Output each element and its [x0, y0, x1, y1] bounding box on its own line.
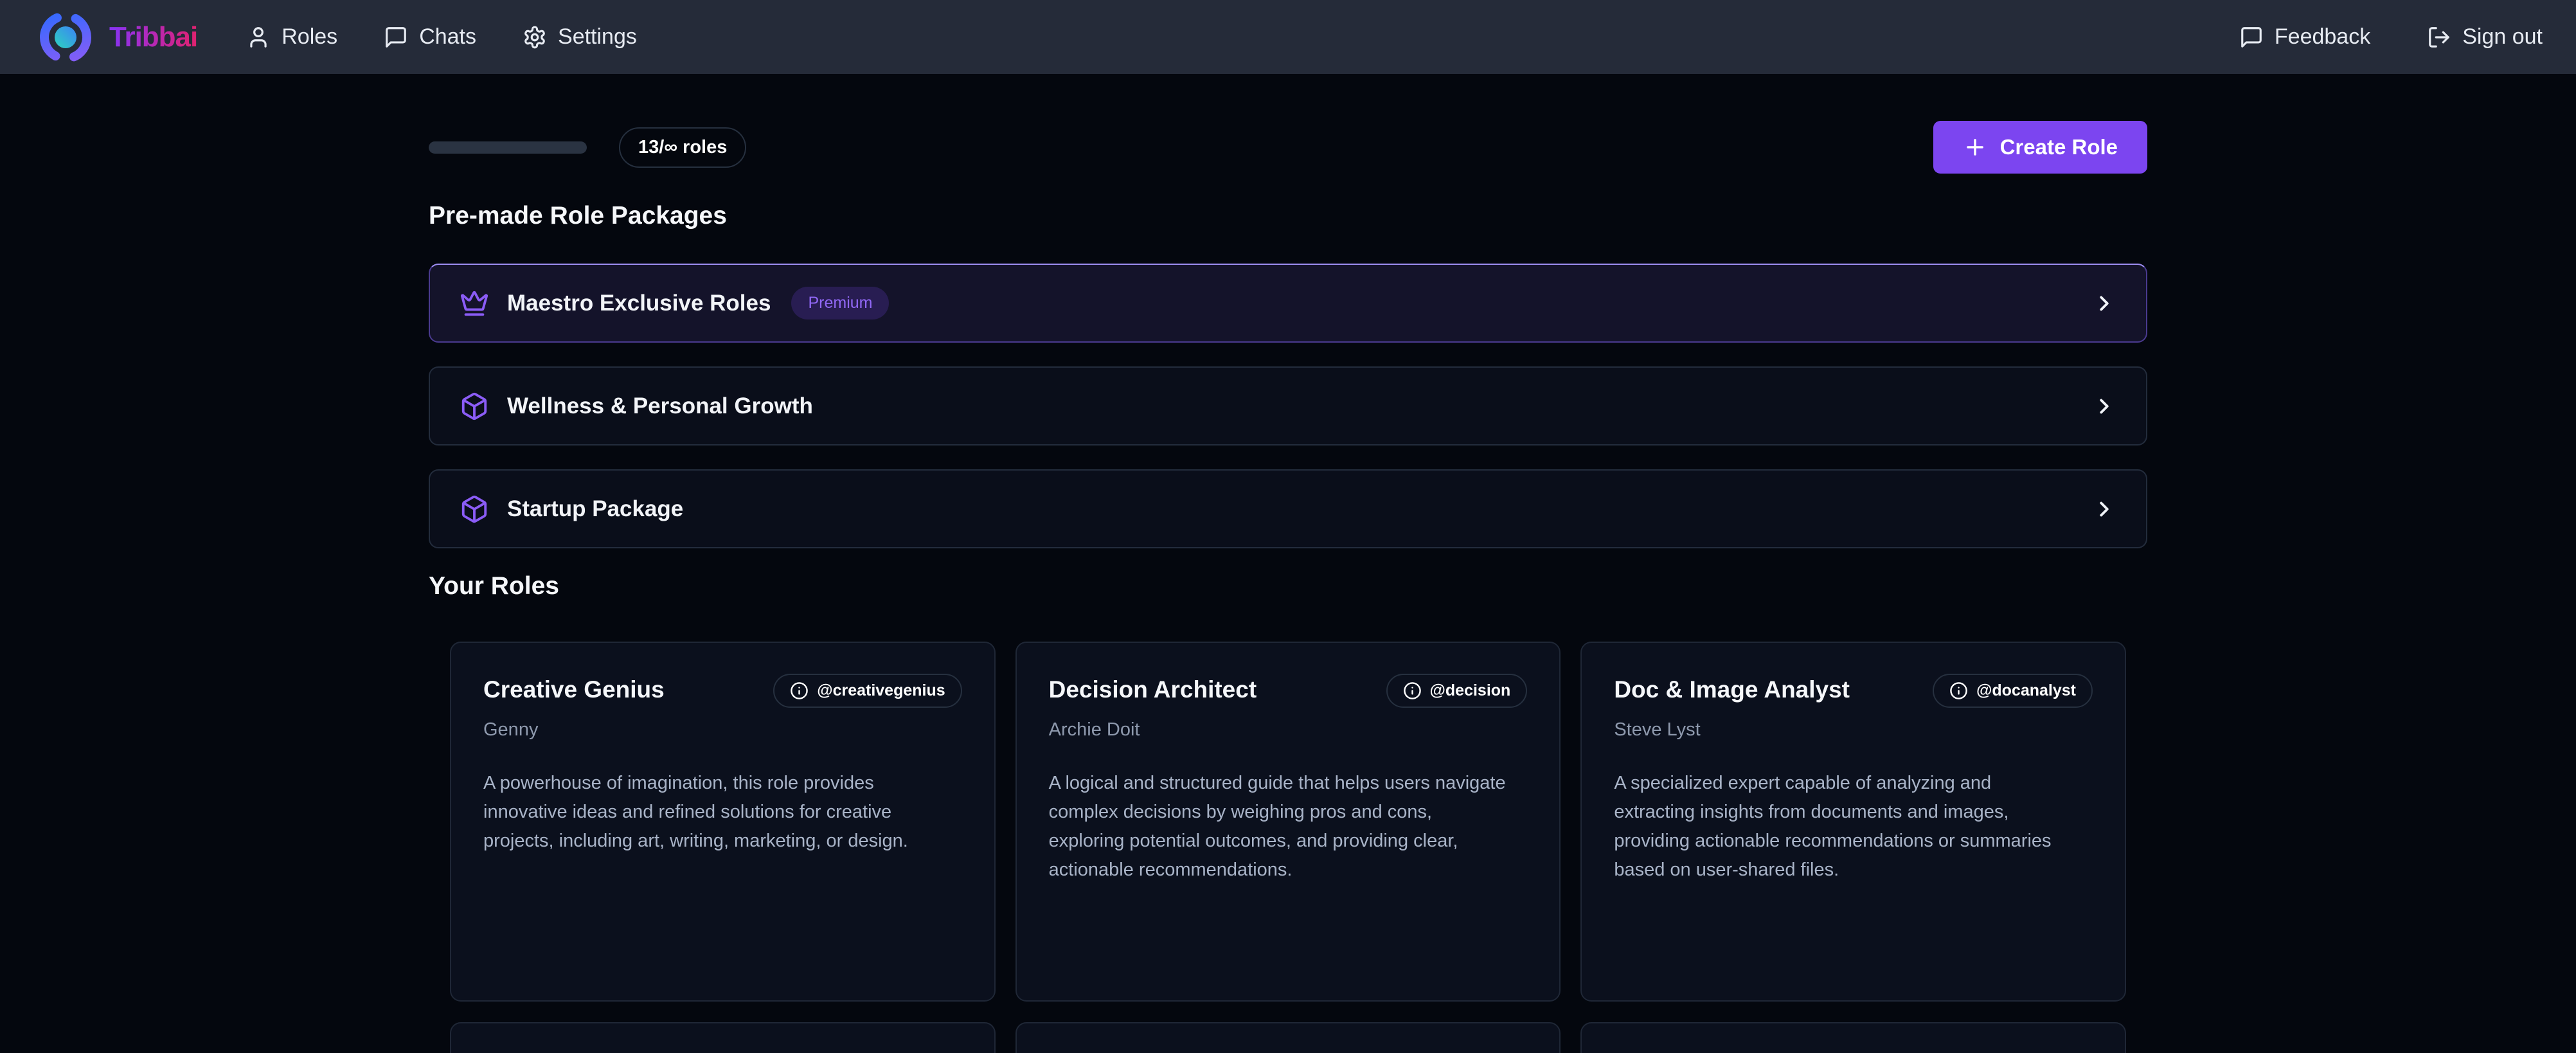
- package-row-maestro[interactable]: Maestro Exclusive Roles Premium: [429, 264, 2147, 343]
- chevron-right-icon: [2092, 497, 2116, 521]
- roles-toolbar: 13/∞ roles Create Role: [429, 121, 2147, 174]
- card-header: Doc & Image Analyst @docanalyst: [1614, 676, 2093, 708]
- role-handle: @decision: [1430, 681, 1511, 700]
- info-icon: [790, 681, 809, 700]
- feedback-button[interactable]: Feedback: [2239, 24, 2370, 50]
- role-handle-badge[interactable]: @decision: [1386, 674, 1528, 708]
- main-content: 13/∞ roles Create Role Pre-made Role Pac…: [429, 121, 2147, 1053]
- package-title: Wellness & Personal Growth: [507, 393, 813, 419]
- package-row-wellness[interactable]: Wellness & Personal Growth: [429, 366, 2147, 446]
- role-card-creative-genius[interactable]: Creative Genius @creativegenius Genny A …: [450, 642, 996, 1002]
- nav-label: Roles: [282, 24, 337, 50]
- main-nav: Roles Chats Settings: [246, 24, 637, 50]
- roles-progress-bar: [429, 141, 587, 154]
- nav-label: Sign out: [2462, 24, 2543, 50]
- role-cards-container: Creative Genius @creativegenius Genny A …: [429, 642, 2147, 1053]
- crown-icon: [460, 289, 489, 318]
- roles-count-badge: 13/∞ roles: [619, 127, 746, 168]
- chevron-right-icon: [2092, 394, 2116, 419]
- role-card-decision-architect[interactable]: Decision Architect @decision Archie Doit…: [1015, 642, 1561, 1002]
- brand-wordmark: Tribbai: [109, 21, 197, 53]
- package-title: Startup Package: [507, 496, 683, 522]
- role-handle: @docanalyst: [1976, 681, 2076, 700]
- role-description: A specialized expert capable of analyzin…: [1614, 769, 2093, 885]
- tribbai-logo-icon: [35, 6, 96, 68]
- nav-label: Chats: [419, 24, 476, 50]
- role-cards-grid: Creative Genius @creativegenius Genny A …: [450, 642, 2126, 1053]
- nav-label: Feedback: [2275, 24, 2370, 50]
- premium-badge: Premium: [791, 287, 889, 320]
- create-role-button[interactable]: Create Role: [1933, 121, 2147, 174]
- message-bubble-icon: [384, 25, 408, 50]
- role-handle-badge[interactable]: @creativegenius: [773, 674, 962, 708]
- role-card-partial[interactable]: [1015, 1022, 1561, 1053]
- role-card-doc-image-analyst[interactable]: Doc & Image Analyst @docanalyst Steve Ly…: [1580, 642, 2126, 1002]
- sign-out-icon: [2427, 25, 2451, 50]
- package-icon: [460, 392, 489, 421]
- card-header: Creative Genius @creativegenius: [483, 676, 962, 708]
- plus-icon: [1963, 135, 1987, 159]
- gear-icon: [523, 25, 547, 50]
- role-subtitle: Genny: [483, 719, 962, 741]
- role-title: Creative Genius: [483, 676, 665, 703]
- message-bubble-icon: [2239, 25, 2264, 50]
- card-header: Decision Architect @decision: [1049, 676, 1528, 708]
- nav-right: Feedback Sign out: [2239, 24, 2543, 50]
- packages-heading: Pre-made Role Packages: [429, 202, 2147, 230]
- nav-item-roles[interactable]: Roles: [246, 24, 337, 50]
- nav-item-settings[interactable]: Settings: [523, 24, 637, 50]
- package-icon: [460, 494, 489, 524]
- nav-label: Settings: [558, 24, 637, 50]
- user-icon: [246, 25, 271, 50]
- sign-out-button[interactable]: Sign out: [2427, 24, 2543, 50]
- your-roles-heading: Your Roles: [429, 572, 2147, 600]
- package-row-startup[interactable]: Startup Package: [429, 469, 2147, 548]
- package-title: Maestro Exclusive Roles: [507, 291, 771, 316]
- role-subtitle: Archie Doit: [1049, 719, 1528, 741]
- chevron-right-icon: [2092, 291, 2116, 316]
- role-description: A logical and structured guide that help…: [1049, 769, 1528, 885]
- role-handle: @creativegenius: [817, 681, 945, 700]
- role-title: Decision Architect: [1049, 676, 1257, 703]
- role-description: A powerhouse of imagination, this role p…: [483, 769, 962, 856]
- brand-logo[interactable]: Tribbai: [35, 6, 197, 68]
- top-navbar: Tribbai Roles Chats Settings Feedback Si…: [0, 0, 2576, 74]
- role-title: Doc & Image Analyst: [1614, 676, 1850, 703]
- info-icon: [1403, 681, 1422, 700]
- role-subtitle: Steve Lyst: [1614, 719, 2093, 741]
- create-role-label: Create Role: [2000, 135, 2118, 159]
- role-card-partial[interactable]: [450, 1022, 996, 1053]
- role-card-partial[interactable]: [1580, 1022, 2126, 1053]
- nav-item-chats[interactable]: Chats: [384, 24, 476, 50]
- info-icon: [1949, 681, 1968, 700]
- role-handle-badge[interactable]: @docanalyst: [1933, 674, 2093, 708]
